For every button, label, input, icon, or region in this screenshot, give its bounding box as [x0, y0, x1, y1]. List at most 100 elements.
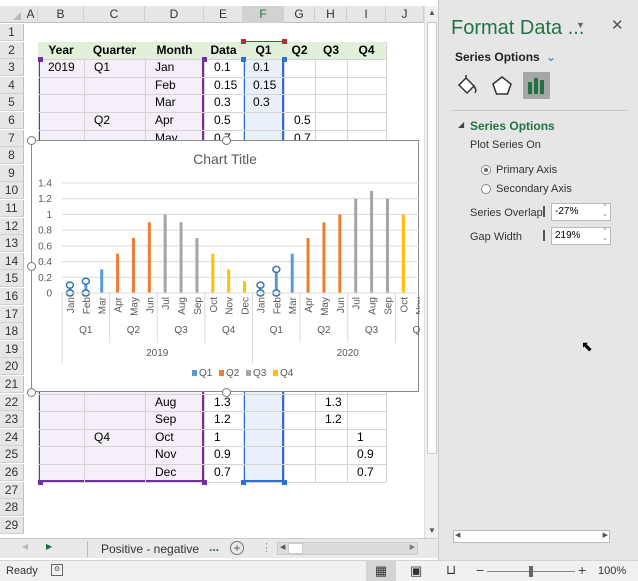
cell-quarter[interactable]: Q1: [84, 59, 145, 76]
spin-arrows-icon[interactable]: ⌃ ⌄: [602, 204, 608, 218]
pane-scroll-right[interactable]: ▶: [603, 531, 608, 539]
row-header-15[interactable]: 15: [0, 270, 24, 288]
pane-horizontal-scrollbar[interactable]: ◀ ▶: [453, 530, 610, 543]
column-header-A[interactable]: A: [24, 6, 38, 23]
next-sheet-icon[interactable]: ▶: [46, 542, 52, 551]
header-data[interactable]: Data: [204, 41, 243, 59]
zoom-out-button[interactable]: −: [476, 562, 484, 578]
row-header-9[interactable]: 9: [0, 164, 24, 182]
row-header-12[interactable]: 12: [0, 217, 24, 235]
row-header-19[interactable]: 19: [0, 340, 24, 358]
row-header-14[interactable]: 14: [0, 252, 24, 270]
header-q3[interactable]: Q3: [315, 41, 347, 59]
hscroll-thumb[interactable]: [288, 543, 303, 554]
range-resize-handle[interactable]: [202, 57, 207, 63]
column-header-G[interactable]: G: [284, 6, 315, 23]
scroll-right-arrow[interactable]: ▶: [410, 543, 415, 551]
range-resize-handle[interactable]: [282, 57, 287, 63]
column-header-B[interactable]: B: [38, 6, 84, 23]
series-options-dropdown[interactable]: Series Options ⌄: [455, 50, 556, 64]
horizontal-scrollbar[interactable]: ◀ ▶: [277, 542, 418, 555]
column-header-H[interactable]: H: [315, 6, 347, 23]
chart-resize-handle[interactable]: [27, 136, 36, 145]
row-header-20[interactable]: 20: [0, 358, 24, 376]
chart-resize-handle[interactable]: [222, 136, 231, 145]
cell-quarter[interactable]: Q4: [84, 429, 145, 446]
row-header-7[interactable]: 7: [0, 129, 24, 147]
cell-q2[interactable]: 0.5: [284, 112, 315, 129]
row-header-27[interactable]: 27: [0, 481, 24, 499]
cell-month[interactable]: Apr: [145, 112, 204, 129]
scroll-left-arrow[interactable]: ◀: [280, 543, 285, 551]
row-header-5[interactable]: 5: [0, 94, 24, 112]
row-header-26[interactable]: 26: [0, 464, 24, 481]
column-header-E[interactable]: E: [204, 6, 243, 23]
column-header-F[interactable]: F: [243, 6, 284, 23]
fill-line-tab[interactable]: [455, 74, 479, 98]
collapse-triangle-icon[interactable]: ◢: [458, 120, 464, 129]
cell-month[interactable]: Dec: [145, 464, 204, 481]
range-resize-handle[interactable]: [241, 479, 246, 485]
cell-year[interactable]: 2019: [38, 59, 84, 76]
range-resize-handle[interactable]: [241, 57, 246, 63]
page-break-view-button[interactable]: ⊔: [446, 562, 456, 578]
row-header-11[interactable]: 11: [0, 200, 24, 217]
range-resize-handle[interactable]: [202, 479, 207, 485]
column-header-C[interactable]: C: [84, 6, 145, 23]
row-header-18[interactable]: 18: [0, 323, 24, 341]
cell-data[interactable]: 0.9: [204, 446, 243, 463]
cell-q1[interactable]: 0.3: [243, 94, 284, 111]
row-header-25[interactable]: 25: [0, 446, 24, 464]
row-header-21[interactable]: 21: [0, 376, 24, 393]
primary-axis-radio[interactable]: [481, 165, 491, 175]
row-header-28[interactable]: 28: [0, 499, 24, 517]
cell-q1[interactable]: 0.15: [243, 77, 284, 94]
chart[interactable]: Chart Title 0 0.2 0.4 0.6 0.8 1 1.2 1.4 Jan Feb Ma…: [27, 136, 420, 397]
row-header-10[interactable]: 10: [0, 182, 24, 200]
gap-width-slider[interactable]: [543, 230, 545, 241]
cell-data[interactable]: 0.5: [204, 112, 243, 129]
cell-month[interactable]: Sep: [145, 411, 204, 428]
scroll-down-arrow[interactable]: ▼: [426, 526, 438, 535]
add-sheet-button[interactable]: +: [230, 541, 244, 555]
row-header-24[interactable]: 24: [0, 428, 24, 446]
range-resize-handle[interactable]: [38, 57, 43, 63]
cell-quarter[interactable]: Q2: [84, 112, 145, 129]
secondary-axis-label[interactable]: Secondary Axis: [496, 183, 572, 195]
cell-data[interactable]: 0.1: [204, 59, 243, 76]
chart-resize-handle[interactable]: [27, 388, 36, 397]
zoom-level[interactable]: 100%: [598, 565, 626, 577]
cell-q1[interactable]: 0.1: [243, 59, 284, 76]
cell-data[interactable]: 0.3: [204, 94, 243, 111]
row-header-6[interactable]: 6: [0, 112, 24, 129]
macro-record-icon[interactable]: ⊙: [51, 564, 63, 576]
header-quarter[interactable]: Quarter: [84, 41, 145, 59]
cell-month[interactable]: Nov: [145, 446, 204, 463]
primary-axis-label[interactable]: Primary Axis: [496, 164, 557, 176]
cell-q4[interactable]: 0.7: [347, 464, 386, 481]
row-header-23[interactable]: 23: [0, 411, 24, 429]
row-header-4[interactable]: 4: [0, 76, 24, 94]
cell-data[interactable]: 0.15: [204, 77, 243, 94]
row-header-29[interactable]: 29: [0, 516, 24, 534]
series-options-group-title[interactable]: Series Options: [470, 119, 555, 133]
row-header-2[interactable]: 2: [0, 41, 24, 59]
secondary-axis-radio[interactable]: [481, 184, 491, 194]
cell-month[interactable]: Oct: [145, 429, 204, 446]
range-resize-handle[interactable]: [38, 479, 43, 485]
range-resize-handle[interactable]: [241, 38, 246, 44]
more-sheets[interactable]: ...: [209, 540, 219, 554]
zoom-in-button[interactable]: +: [578, 562, 586, 578]
zoom-slider[interactable]: [487, 566, 575, 577]
column-header-J[interactable]: J: [386, 6, 424, 23]
gap-width-input[interactable]: 219% ⌃ ⌄: [551, 227, 611, 245]
range-resize-handle[interactable]: [282, 38, 287, 44]
effects-tab[interactable]: [490, 74, 514, 98]
row-header-17[interactable]: 17: [0, 305, 24, 323]
header-q1[interactable]: Q1: [243, 41, 284, 59]
pane-close-icon[interactable]: ✕: [611, 16, 624, 34]
spin-arrows-icon[interactable]: ⌃ ⌄: [602, 228, 608, 242]
column-header-I[interactable]: I: [347, 6, 386, 23]
cell-data[interactable]: 1: [204, 429, 243, 446]
row-header-16[interactable]: 16: [0, 288, 24, 305]
